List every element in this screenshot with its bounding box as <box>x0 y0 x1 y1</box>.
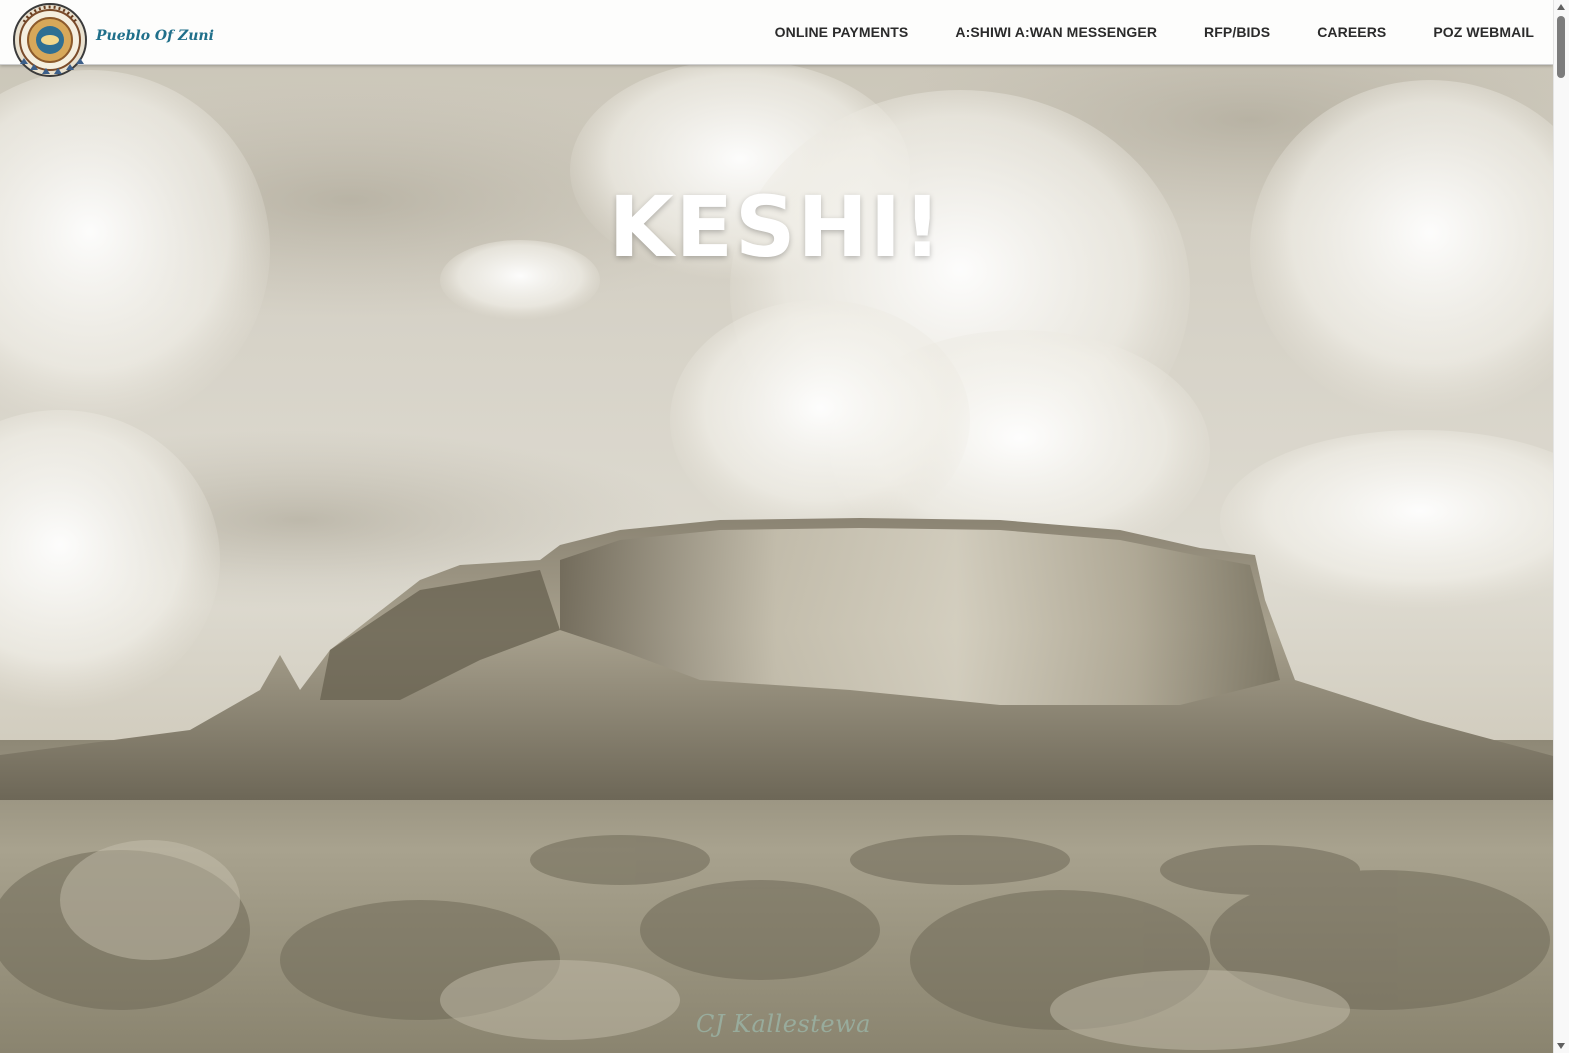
nav-rfp-bids[interactable]: RFP/BIDS <box>1204 24 1270 40</box>
pueblo-of-zuni-seal-icon[interactable] <box>8 2 94 78</box>
window-edge <box>1568 0 1584 1053</box>
site-header: Pueblo Of Zuni ONLINE PAYMENTS A:SHIWI A… <box>0 0 1553 77</box>
scrollbar-thumb[interactable] <box>1557 16 1565 78</box>
scroll-down-arrow-icon[interactable] <box>1557 1043 1565 1049</box>
nav-poz-webmail[interactable]: POZ WEBMAIL <box>1433 24 1534 40</box>
nav-ashiwi-awan-messenger[interactable]: A:SHIWI A:WAN MESSENGER <box>955 24 1157 40</box>
nav-online-payments[interactable]: ONLINE PAYMENTS <box>775 24 909 40</box>
hero-section: KESHI! CJ Kallestewa <box>0 0 1568 1053</box>
scroll-up-arrow-icon[interactable] <box>1557 4 1565 10</box>
brand-name[interactable]: Pueblo Of Zuni <box>96 28 214 44</box>
hero-title: KESHI! <box>608 178 944 276</box>
page: KESHI! CJ Kallestewa Pueblo Of Zuni ONLI… <box>0 0 1584 1053</box>
hero-landscape-image <box>0 10 1568 1053</box>
nav-careers[interactable]: CAREERS <box>1317 24 1386 40</box>
main-nav: ONLINE PAYMENTS A:SHIWI A:WAN MESSENGER … <box>728 0 1534 64</box>
photographer-signature: CJ Kallestewa <box>696 1010 871 1038</box>
vertical-scrollbar[interactable] <box>1553 0 1569 1053</box>
